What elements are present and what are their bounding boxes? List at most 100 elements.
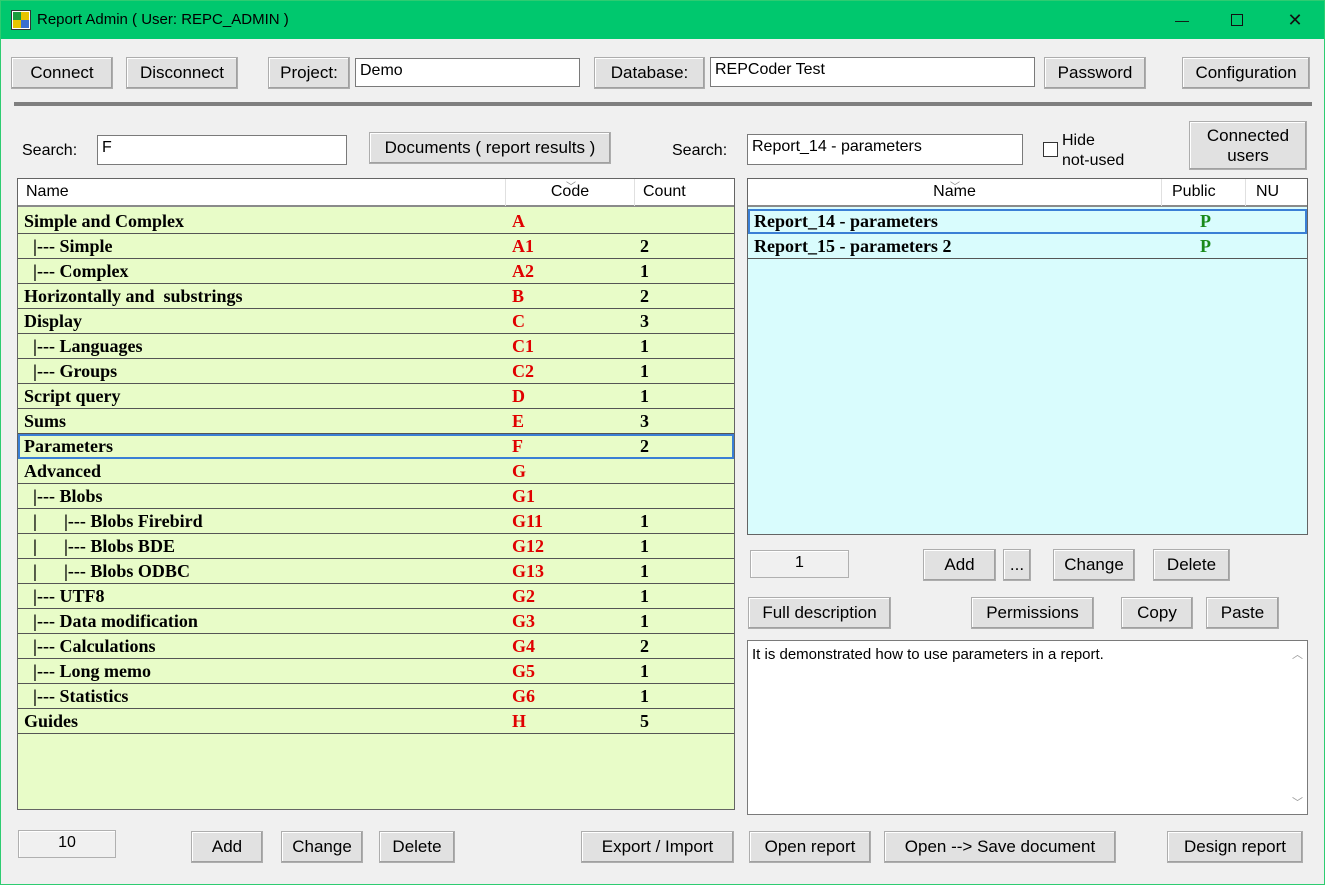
category-name: |--- Simple: [24, 236, 113, 256]
category-code: A2: [512, 261, 534, 281]
table-row[interactable]: Parameters F 2: [18, 434, 734, 459]
category-add-button[interactable]: Add: [191, 831, 263, 863]
report-more-button[interactable]: ...: [1003, 549, 1031, 581]
category-code: G6: [512, 686, 536, 706]
report-count: 1: [750, 550, 849, 578]
category-change-button[interactable]: Change: [281, 831, 363, 863]
left-search-input[interactable]: F: [97, 135, 347, 165]
project-field[interactable]: Demo: [355, 58, 580, 87]
table-row[interactable]: Report_14 - parameters P: [748, 209, 1307, 234]
category-name: | |--- Blobs BDE: [24, 536, 175, 556]
column-header-count[interactable]: Count: [635, 179, 734, 206]
table-row[interactable]: | |--- Blobs Firebird G11 1: [18, 509, 734, 534]
category-code: E: [512, 411, 525, 431]
database-field[interactable]: REPCoder Test: [710, 57, 1035, 87]
connect-button[interactable]: Connect: [11, 57, 113, 89]
window-title: Report Admin ( User: REPC_ADMIN ): [37, 11, 289, 28]
minimize-button[interactable]: —: [1154, 1, 1210, 39]
category-code: F: [512, 436, 523, 456]
hide-not-used-label: Hide not-used: [1062, 131, 1124, 171]
table-row[interactable]: Sums E 3: [18, 409, 734, 434]
full-description-button[interactable]: Full description: [748, 597, 891, 629]
table-row[interactable]: |--- Simple A1 2: [18, 234, 734, 259]
maximize-button[interactable]: [1209, 1, 1265, 39]
category-count: 1: [640, 336, 649, 356]
table-row[interactable]: |--- Data modification G3 1: [18, 609, 734, 634]
category-name: Parameters: [24, 436, 113, 456]
report-grid-body: Report_14 - parameters P Report_15 - param…: [748, 209, 1307, 259]
table-row[interactable]: |--- Blobs G1: [18, 484, 734, 509]
right-search-label: Search:: [672, 142, 728, 159]
scroll-up-icon[interactable]: ︿: [1292, 646, 1303, 662]
category-count: 1: [640, 386, 649, 406]
report-delete-button[interactable]: Delete: [1153, 549, 1230, 581]
export-import-button[interactable]: Export / Import: [581, 831, 734, 863]
table-row[interactable]: |--- Statistics G6 1: [18, 684, 734, 709]
category-name: |--- Statistics: [24, 686, 129, 706]
table-row[interactable]: |--- UTF8 G2 1: [18, 584, 734, 609]
close-button[interactable]: ✕: [1267, 1, 1323, 39]
table-row[interactable]: Simple and Complex A: [18, 209, 734, 234]
category-delete-button[interactable]: Delete: [379, 831, 455, 863]
category-code: D: [512, 386, 525, 406]
column-header-code[interactable]: ﹀ Code: [506, 179, 635, 206]
category-code: G1: [512, 486, 536, 506]
report-column-header-public[interactable]: Public: [1162, 179, 1246, 206]
password-button[interactable]: Password: [1044, 57, 1146, 89]
report-column-header-name[interactable]: ﹀ Name: [748, 179, 1162, 206]
table-row[interactable]: Display C 3: [18, 309, 734, 334]
category-name: | |--- Blobs Firebird: [24, 511, 203, 531]
report-add-button[interactable]: Add: [923, 549, 996, 581]
hide-not-used-checkbox[interactable]: [1043, 142, 1058, 157]
category-name: |--- Long memo: [24, 661, 151, 681]
category-name: |--- Blobs: [24, 486, 103, 506]
category-code: H: [512, 711, 527, 731]
configuration-button[interactable]: Configuration: [1182, 57, 1310, 89]
category-grid[interactable]: Name ﹀ Code Count Simple and Complex A |-…: [17, 178, 735, 810]
category-count: 1: [640, 511, 649, 531]
category-count: 1: [640, 261, 649, 281]
category-code: G13: [512, 561, 545, 581]
table-row[interactable]: | |--- Blobs BDE G12 1: [18, 534, 734, 559]
table-row[interactable]: Report_15 - parameters 2 P: [748, 234, 1307, 259]
table-row[interactable]: Horizontally and substrings B 2: [18, 284, 734, 309]
connected-users-button[interactable]: Connected users: [1189, 121, 1307, 170]
scroll-down-icon[interactable]: ﹀: [1292, 794, 1303, 810]
table-row[interactable]: |--- Complex A2 1: [18, 259, 734, 284]
description-textarea[interactable]: It is demonstrated how to use parameters…: [747, 640, 1308, 815]
table-row[interactable]: Guides H 5: [18, 709, 734, 734]
table-row[interactable]: |--- Calculations G4 2: [18, 634, 734, 659]
open-save-document-button[interactable]: Open --> Save document: [884, 831, 1116, 863]
category-count: 1: [640, 686, 649, 706]
report-column-header-nu[interactable]: NU: [1246, 179, 1307, 206]
database-button[interactable]: Database:: [594, 57, 705, 89]
category-count: 1: [640, 661, 649, 681]
paste-button[interactable]: Paste: [1206, 597, 1279, 629]
connected-users-label-line2: users: [1227, 145, 1269, 165]
table-row[interactable]: |--- Groups C2 1: [18, 359, 734, 384]
disconnect-button[interactable]: Disconnect: [126, 57, 238, 89]
project-button[interactable]: Project:: [268, 57, 350, 89]
table-row[interactable]: |--- Languages C1 1: [18, 334, 734, 359]
open-report-button[interactable]: Open report: [749, 831, 871, 863]
copy-button[interactable]: Copy: [1121, 597, 1193, 629]
category-grid-header: Name ﹀ Code Count: [18, 179, 734, 207]
report-grid[interactable]: ﹀ Name Public NU Report_14 - parameters P…: [747, 178, 1308, 535]
table-row[interactable]: Script query D 1: [18, 384, 734, 409]
category-name: Guides: [24, 711, 79, 731]
table-row[interactable]: Advanced G: [18, 459, 734, 484]
toolbar-separator: [14, 102, 1312, 106]
description-scrollbar[interactable]: ︿ ﹀: [1288, 642, 1306, 814]
table-row[interactable]: |--- Long memo G5 1: [18, 659, 734, 684]
right-search-input[interactable]: Report_14 - parameters: [747, 134, 1023, 165]
category-code: C2: [512, 361, 534, 381]
column-header-name[interactable]: Name: [18, 179, 506, 206]
title-bar[interactable]: Report Admin ( User: REPC_ADMIN ) — ✕: [1, 1, 1324, 39]
documents-button[interactable]: Documents ( report results ): [369, 132, 611, 164]
design-report-button[interactable]: Design report: [1167, 831, 1303, 863]
permissions-button[interactable]: Permissions: [971, 597, 1094, 629]
table-row[interactable]: | |--- Blobs ODBC G13 1: [18, 559, 734, 584]
report-change-button[interactable]: Change: [1053, 549, 1135, 581]
category-code: B: [512, 286, 525, 306]
category-count: 2: [640, 436, 649, 456]
